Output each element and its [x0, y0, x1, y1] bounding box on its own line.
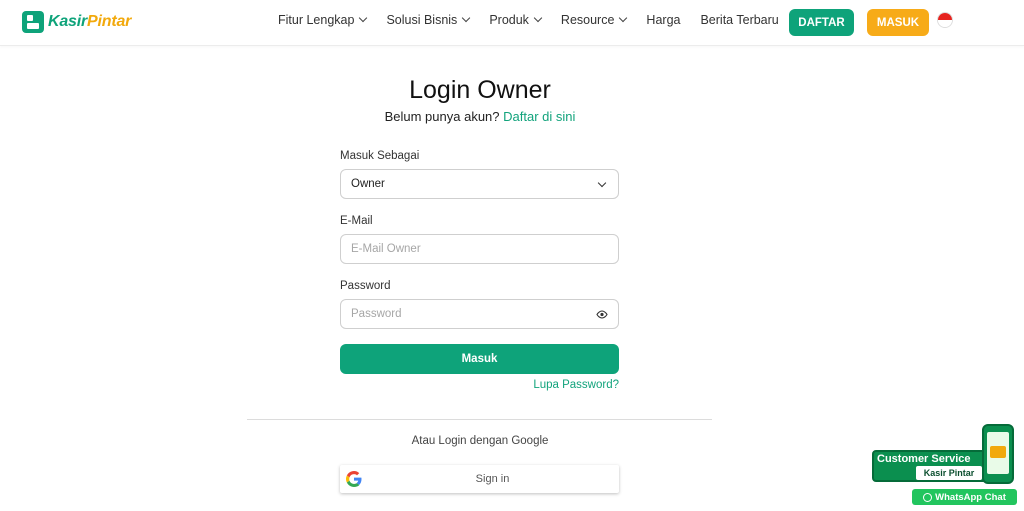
nav-item-label: Harga	[646, 13, 681, 27]
nav-item-label: Solusi Bisnis	[386, 13, 458, 27]
logo[interactable]: KasirPintar	[22, 10, 131, 34]
main-nav: Fitur Lengkap Solusi Bisnis Produk Resou…	[278, 13, 799, 27]
nav-item-label: Fitur Lengkap	[278, 13, 355, 27]
chevron-down-icon	[597, 178, 607, 188]
role-label: Masuk Sebagai	[340, 150, 420, 162]
logo-text: KasirPintar	[48, 13, 131, 31]
register-prompt: Belum punya akun? Daftar di sini	[0, 109, 960, 124]
google-signin-label: Sign in	[475, 473, 510, 485]
password-label: Password	[340, 280, 391, 292]
register-link[interactable]: Daftar di sini	[503, 109, 575, 124]
role-select[interactable]: Owner	[340, 169, 619, 199]
customer-service-title: Customer Service	[877, 453, 971, 465]
kasirpintar-logo-icon	[22, 11, 44, 33]
nav-solusi-bisnis[interactable]: Solusi Bisnis	[386, 13, 471, 27]
customer-service-widget[interactable]: Customer Service Kasir Pintar WhatsApp C…	[870, 422, 1020, 509]
google-signin-button[interactable]: Sign in	[340, 465, 619, 493]
navbar: KasirPintar Fitur Lengkap Solusi Bisnis …	[0, 0, 1024, 46]
whatsapp-chat-label: WhatsApp Chat	[935, 491, 1006, 503]
nav-resource[interactable]: Resource	[560, 13, 628, 27]
nav-fitur-lengkap[interactable]: Fitur Lengkap	[278, 13, 368, 27]
nav-produk[interactable]: Produk	[489, 13, 543, 27]
customer-service-subtitle: Kasir Pintar	[916, 466, 982, 480]
daftar-button[interactable]: DAFTAR	[789, 9, 854, 36]
submit-login-button[interactable]: Masuk	[340, 344, 619, 374]
alt-login-text: Atau Login dengan Google	[411, 435, 549, 447]
forgot-password-link[interactable]: Lupa Password?	[470, 379, 619, 391]
email-field[interactable]: E-Mail Owner	[340, 234, 619, 264]
password-placeholder: Password	[351, 308, 402, 320]
chevron-down-icon	[462, 13, 471, 23]
whatsapp-chat-button[interactable]: WhatsApp Chat	[912, 489, 1017, 505]
nav-harga[interactable]: Harga	[646, 13, 680, 27]
eye-icon[interactable]	[596, 310, 608, 319]
email-placeholder: E-Mail Owner	[351, 243, 421, 255]
logo-text-pintar: Pintar	[87, 13, 132, 30]
chevron-down-icon	[619, 13, 628, 23]
chevron-down-icon	[359, 13, 368, 23]
password-field[interactable]: Password	[340, 299, 619, 329]
nav-item-label: Resource	[560, 13, 615, 27]
email-label: E-Mail	[340, 215, 373, 227]
divider	[247, 419, 712, 420]
google-icon	[346, 471, 362, 487]
cart-icon	[990, 446, 1006, 458]
logo-text-kasir: Kasir	[48, 13, 88, 30]
indonesia-flag-icon[interactable]	[937, 12, 953, 28]
nav-item-label: Produk	[489, 13, 529, 27]
chevron-down-icon	[533, 13, 543, 23]
whatsapp-icon	[923, 492, 933, 502]
masuk-button[interactable]: MASUK	[867, 9, 929, 36]
page-title: Login Owner	[409, 76, 551, 104]
nav-item-label: Berita Terbaru	[700, 13, 779, 27]
phone-icon	[982, 424, 1014, 484]
register-prompt-text: Belum punya akun?	[384, 109, 500, 124]
nav-berita-terbaru[interactable]: Berita Terbaru	[700, 13, 778, 27]
role-select-value: Owner	[351, 178, 385, 190]
